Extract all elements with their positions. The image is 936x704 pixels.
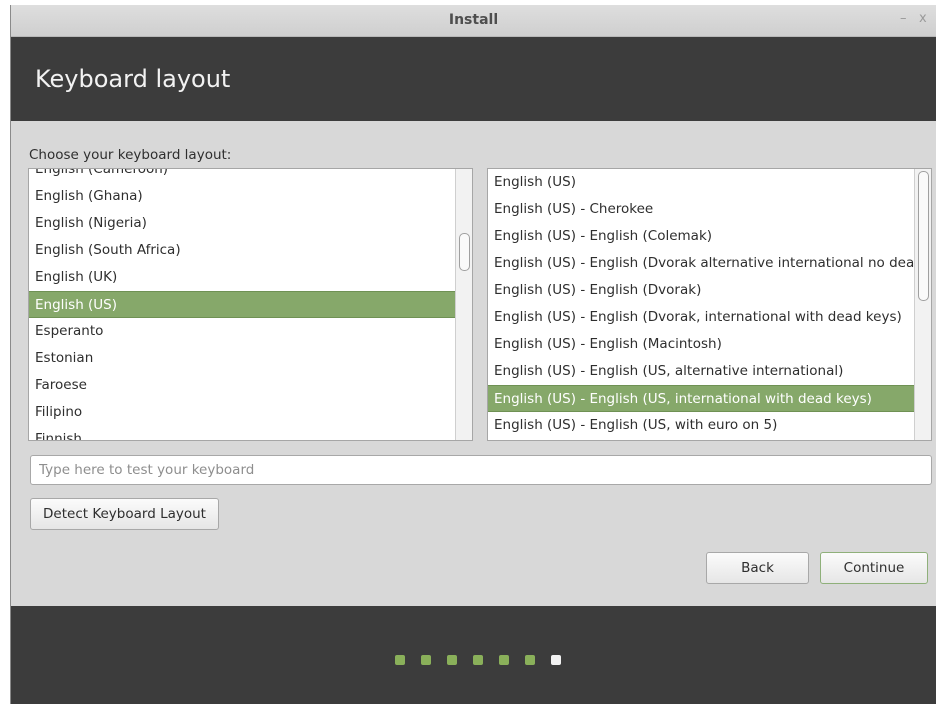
variant-list-item[interactable]: English (US) - English (Dvorak alternati… bbox=[488, 250, 914, 277]
title-bar[interactable]: Install – x bbox=[11, 5, 936, 37]
variant-list-item[interactable]: English (US) - English (US, with euro on… bbox=[488, 412, 914, 439]
variant-list-item[interactable]: English (US) - English (US, internationa… bbox=[488, 385, 914, 412]
progress-indicator bbox=[395, 655, 561, 665]
window-title: Install bbox=[448, 12, 499, 28]
progress-step bbox=[499, 655, 509, 665]
footer bbox=[11, 606, 936, 704]
progress-step bbox=[525, 655, 535, 665]
variant-list-item[interactable]: English (US) bbox=[488, 169, 914, 196]
layout-list-item[interactable]: English (US) bbox=[29, 291, 455, 318]
variant-list-scrollbar[interactable] bbox=[914, 169, 931, 440]
page-header: Keyboard layout bbox=[11, 37, 936, 121]
progress-step bbox=[447, 655, 457, 665]
back-button[interactable]: Back bbox=[706, 552, 809, 584]
variant-list[interactable]: English (US) English (US) - Cherokee Engli… bbox=[487, 168, 932, 441]
page-title: Keyboard layout bbox=[35, 65, 231, 93]
variant-list-item[interactable]: English (US) - English (Macintosh) bbox=[488, 331, 914, 358]
variant-list-item[interactable]: English (US) - English (Dvorak, internat… bbox=[488, 304, 914, 331]
progress-step bbox=[395, 655, 405, 665]
installer-window: Install – x Keyboard layout Choose your … bbox=[10, 5, 936, 704]
layout-list-item[interactable]: English (Cameroon) bbox=[29, 169, 455, 183]
layout-list-item[interactable]: English (Nigeria) bbox=[29, 210, 455, 237]
variant-list-item[interactable]: English (US) - Cherokee bbox=[488, 196, 914, 223]
variant-list-item[interactable]: English (US) - English (Dvorak) bbox=[488, 277, 914, 304]
variant-list-items: English (US) English (US) - Cherokee Engli… bbox=[488, 169, 914, 439]
layout-list[interactable]: English (Cameroon) English (Ghana) English… bbox=[28, 168, 473, 441]
layout-list-item[interactable]: Esperanto bbox=[29, 318, 455, 345]
progress-step bbox=[421, 655, 431, 665]
progress-step bbox=[473, 655, 483, 665]
variant-list-scroll-thumb[interactable] bbox=[918, 171, 929, 301]
layout-list-item[interactable]: English (South Africa) bbox=[29, 237, 455, 264]
layout-list-items: English (Cameroon) English (Ghana) English… bbox=[29, 169, 455, 440]
variant-list-item[interactable]: English (US) - English (Colemak) bbox=[488, 223, 914, 250]
close-button[interactable]: x bbox=[919, 11, 927, 26]
layout-list-scroll-thumb[interactable] bbox=[459, 233, 470, 271]
layout-list-item[interactable]: Finnish bbox=[29, 426, 455, 440]
keyboard-test-input[interactable] bbox=[30, 455, 932, 485]
layout-list-item[interactable]: Filipino bbox=[29, 399, 455, 426]
minimize-button[interactable]: – bbox=[900, 11, 907, 26]
variant-list-item[interactable]: English (US) - English (US, alternative … bbox=[488, 358, 914, 385]
layout-list-scrollbar[interactable] bbox=[455, 169, 472, 440]
detect-keyboard-layout-button[interactable]: Detect Keyboard Layout bbox=[30, 498, 219, 530]
layout-list-item[interactable]: English (UK) bbox=[29, 264, 455, 291]
layout-list-item[interactable]: Estonian bbox=[29, 345, 455, 372]
main-content: Choose your keyboard layout: English (Ca… bbox=[11, 121, 936, 606]
choose-layout-label: Choose your keyboard layout: bbox=[29, 147, 232, 163]
continue-button[interactable]: Continue bbox=[820, 552, 928, 584]
progress-step-current bbox=[551, 655, 561, 665]
layout-list-item[interactable]: English (Ghana) bbox=[29, 183, 455, 210]
layout-list-item[interactable]: Faroese bbox=[29, 372, 455, 399]
